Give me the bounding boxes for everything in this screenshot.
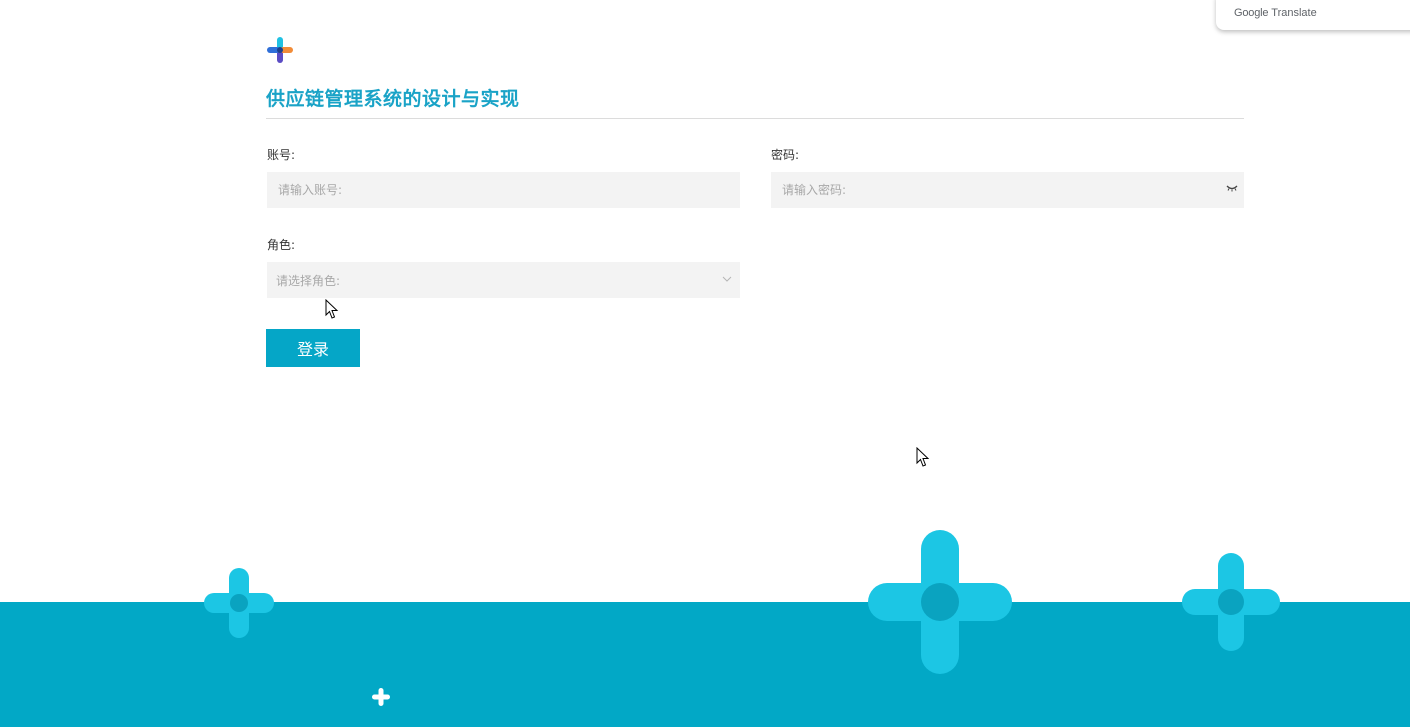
account-label: 账号:: [267, 148, 296, 162]
eye-closed-icon[interactable]: [1226, 184, 1238, 192]
role-select-placeholder: 请选择角色:: [276, 273, 341, 288]
google-translate-popup[interactable]: Google Translate: [1216, 0, 1410, 30]
page-title: 供应链管理系统的设计与实现: [266, 88, 520, 110]
decorative-plus-icon: [1182, 553, 1280, 651]
decorative-plus-icon: [372, 688, 390, 706]
login-button[interactable]: 登录: [266, 329, 360, 367]
password-input[interactable]: [780, 182, 1244, 198]
password-field-wrapper: [771, 172, 1244, 208]
decorative-plus-icon: [204, 568, 274, 638]
translate-brand: Google: [1234, 7, 1269, 19]
login-page: Google Translate 供应链管理系统的设计与实现 账号: 密码: 角…: [0, 0, 1410, 727]
decorative-plus-icon: [868, 530, 1012, 674]
plus-logo-icon: [267, 37, 293, 63]
role-select[interactable]: 请选择角色:: [267, 262, 740, 298]
role-label: 角色:: [267, 238, 296, 252]
password-label: 密码:: [771, 148, 800, 162]
mouse-cursor-icon: [325, 299, 339, 319]
mouse-cursor-icon: [916, 447, 930, 467]
title-divider: [266, 118, 1244, 119]
account-input[interactable]: [276, 182, 740, 198]
account-field-wrapper: [267, 172, 740, 208]
translate-label: Translate: [1271, 7, 1317, 19]
chevron-down-icon: [722, 276, 732, 282]
